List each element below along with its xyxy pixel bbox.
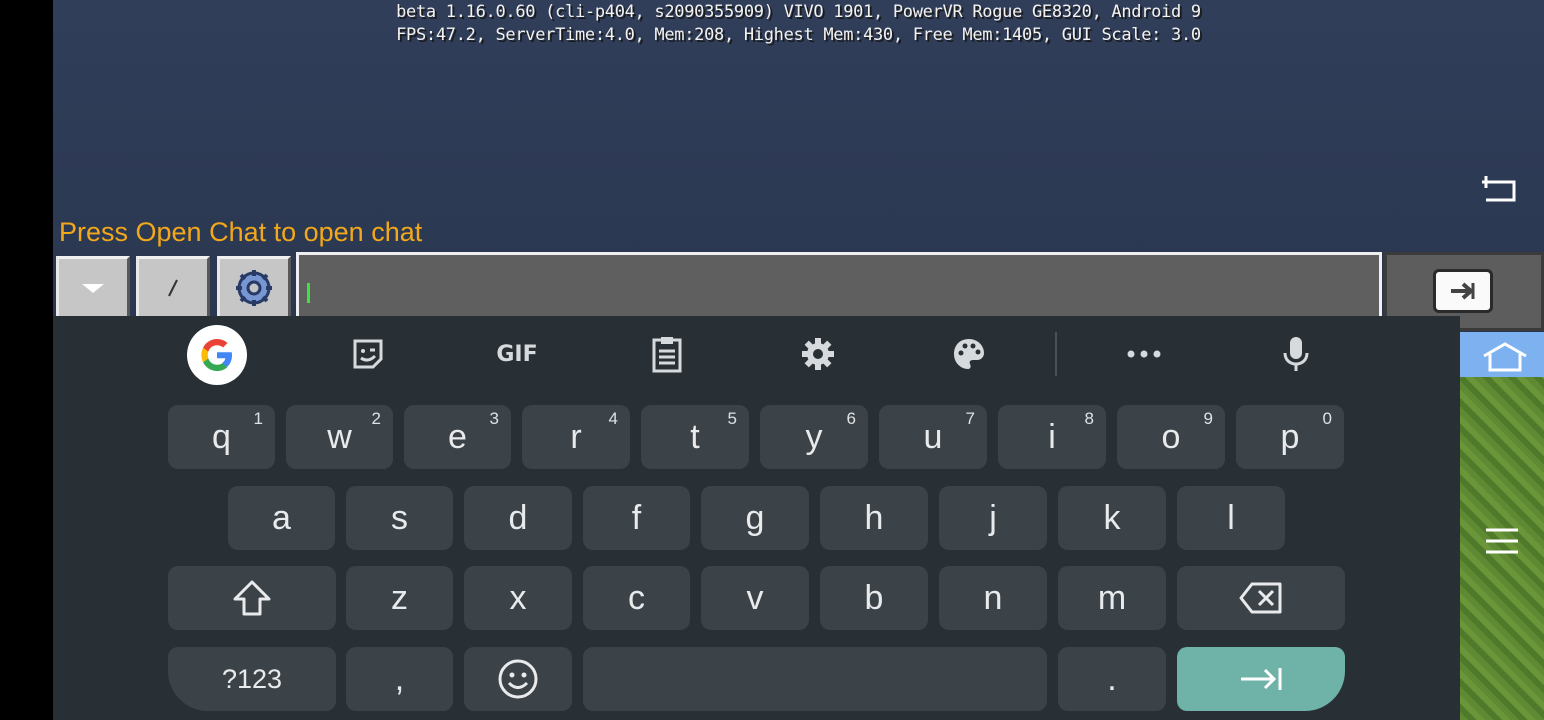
key-e[interactable]: e3: [404, 405, 511, 469]
space-key[interactable]: [583, 647, 1047, 711]
key-a[interactable]: a: [228, 486, 335, 550]
chevron-down-icon: [82, 283, 104, 293]
send-button[interactable]: [1433, 269, 1493, 313]
key-k[interactable]: k: [1058, 486, 1166, 550]
key-c[interactable]: c: [583, 566, 690, 630]
theme-palette-icon[interactable]: [939, 332, 999, 376]
slash-command-button[interactable]: [136, 256, 210, 316]
menu-icon[interactable]: [1484, 526, 1520, 556]
more-icon[interactable]: [1114, 332, 1174, 376]
microphone-icon[interactable]: [1266, 332, 1326, 376]
key-l[interactable]: l: [1177, 486, 1285, 550]
sticker-icon[interactable]: [338, 332, 398, 376]
left-letterbox: [0, 0, 53, 720]
home-icon[interactable]: [1480, 340, 1530, 374]
enter-key[interactable]: [1177, 647, 1345, 711]
key-x[interactable]: x: [464, 566, 572, 630]
key-h[interactable]: h: [820, 486, 928, 550]
key-w[interactable]: w2: [286, 405, 393, 469]
chat-settings-button[interactable]: [217, 256, 291, 316]
key-s[interactable]: s: [346, 486, 453, 550]
key-j[interactable]: j: [939, 486, 1047, 550]
slash-icon: [168, 279, 178, 296]
key-t[interactable]: t5: [641, 405, 749, 469]
gif-button[interactable]: GIF: [487, 332, 547, 376]
arrow-right-icon: [1451, 282, 1475, 300]
backspace-icon: [1239, 582, 1282, 614]
key-d[interactable]: d: [464, 486, 572, 550]
emoji-key[interactable]: [464, 647, 572, 711]
key-q[interactable]: q1: [168, 405, 275, 469]
comma-key[interactable]: ,: [346, 647, 453, 711]
google-g-icon: [201, 339, 232, 371]
debug-info-line-2: FPS:47.2, ServerTime:4.0, Mem:208, Highe…: [396, 25, 1201, 45]
emoji-icon: [498, 659, 538, 699]
key-n[interactable]: n: [939, 566, 1047, 630]
key-u[interactable]: u7: [879, 405, 987, 469]
gear-icon: [236, 269, 272, 306]
clipboard-icon[interactable]: [637, 332, 697, 376]
toolbar-divider: [1055, 332, 1057, 376]
chat-dropdown-button[interactable]: [56, 256, 130, 316]
debug-info-line-1: beta 1.16.0.60 (cli-p404, s2090355909) V…: [396, 2, 1201, 22]
key-m[interactable]: m: [1058, 566, 1166, 630]
shift-icon: [233, 580, 271, 616]
google-search-button[interactable]: [187, 325, 247, 385]
key-i[interactable]: i8: [998, 405, 1106, 469]
key-z[interactable]: z: [346, 566, 453, 630]
settings-icon[interactable]: [788, 332, 848, 376]
key-f[interactable]: f: [583, 486, 690, 550]
key-g[interactable]: g: [701, 486, 809, 550]
period-key[interactable]: .: [1058, 647, 1166, 711]
symbols-key[interactable]: ?123: [168, 647, 336, 711]
key-o[interactable]: o9: [1117, 405, 1225, 469]
backspace-key[interactable]: [1177, 566, 1345, 630]
soft-keyboard: GIF q1 w2 e3 r4 t5 y6 u7 i8 o9 p0 a s d …: [53, 316, 1460, 720]
tab-arrow-icon: [1241, 668, 1282, 690]
chat-input[interactable]: [296, 252, 1382, 316]
key-b[interactable]: b: [820, 566, 928, 630]
key-v[interactable]: v: [701, 566, 809, 630]
text-cursor: [307, 283, 310, 303]
shift-key[interactable]: [168, 566, 336, 630]
chat-hint-text: Press Open Chat to open chat: [59, 217, 423, 247]
key-r[interactable]: r4: [522, 405, 630, 469]
chat-bar: [53, 252, 1544, 331]
back-icon[interactable]: [1480, 172, 1520, 208]
key-p[interactable]: p0: [1236, 405, 1344, 469]
key-y[interactable]: y6: [760, 405, 868, 469]
